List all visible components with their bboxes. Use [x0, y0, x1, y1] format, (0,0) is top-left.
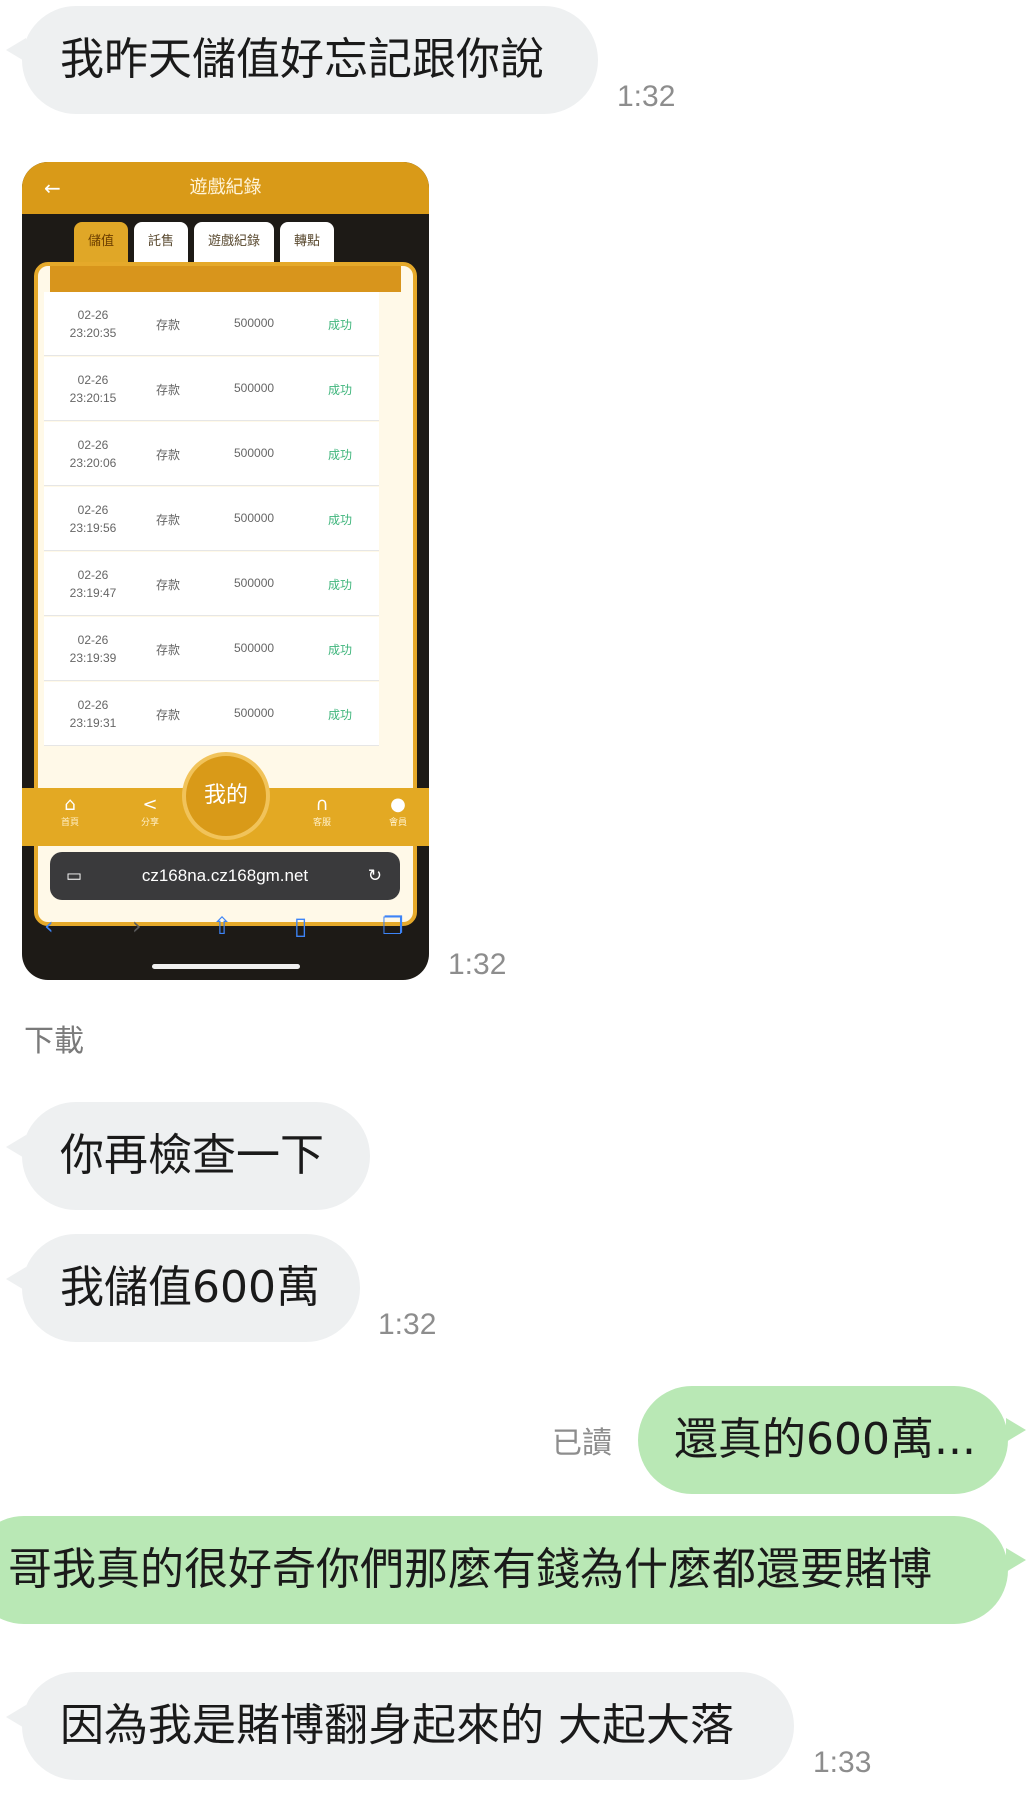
record-status: 成功	[328, 643, 353, 657]
record-amount: 500000	[234, 381, 275, 395]
record-type: 存款	[156, 318, 181, 332]
record-amount: 500000	[234, 316, 275, 330]
message-timestamp: 1:32	[617, 80, 676, 113]
back-icon: ‹	[44, 912, 54, 940]
bubble-tail	[1006, 1418, 1026, 1442]
nav-label: 分享	[140, 818, 159, 828]
record-date: 02-26	[77, 633, 109, 647]
record-date: 02-26	[77, 373, 109, 387]
record-amount: 500000	[234, 446, 275, 460]
image-header: ← 遊戲紀錄	[22, 162, 429, 214]
image-record-row: 02-26 23:19:56 存款 500000 成功	[44, 487, 379, 551]
record-status: 成功	[328, 578, 353, 592]
home-icon: ⌂	[64, 794, 76, 815]
home-indicator	[152, 964, 300, 969]
record-amount: 500000	[234, 511, 275, 525]
read-receipt: 已讀	[552, 1426, 612, 1461]
record-time: 23:19:31	[69, 716, 117, 730]
record-date: 02-26	[77, 503, 109, 517]
image-record-row: 02-26 23:19:47 存款 500000 成功	[44, 552, 379, 616]
record-amount: 500000	[234, 576, 275, 590]
reload-icon: ↻	[367, 866, 382, 885]
nav-label: 首頁	[60, 818, 79, 828]
image-record-row: 02-26 23:20:06 存款 500000 成功	[44, 422, 379, 486]
message-bubble-incoming[interactable]: 你再檢查一下	[22, 1102, 370, 1210]
bubble-tail	[1006, 1548, 1026, 1572]
record-type: 存款	[156, 578, 181, 592]
image-tab: 託售	[134, 222, 189, 262]
record-type: 存款	[156, 448, 181, 462]
record-status: 成功	[328, 708, 353, 722]
message-text: 因為我是賭博翻身起來的 大起大落	[60, 1700, 734, 1751]
message-bubble-incoming[interactable]: 因為我是賭博翻身起來的 大起大落	[22, 1672, 794, 1780]
message-bubble-outgoing[interactable]: 還真的600萬...	[638, 1386, 1008, 1494]
record-date: 02-26	[77, 568, 109, 582]
image-nav-share: < 分享	[130, 794, 170, 828]
image-tabs: 儲值 託售 遊戲紀錄 轉點	[74, 222, 335, 262]
message-bubble-incoming[interactable]: 我儲值600萬	[22, 1234, 360, 1342]
share-upload-icon: ⇧	[212, 912, 233, 940]
tabs-overview-icon: ❐	[382, 912, 404, 940]
record-time: 23:19:47	[69, 586, 117, 600]
record-date: 02-26	[77, 308, 109, 322]
image-record-row: 02-26 23:19:31 存款 500000 成功	[44, 682, 379, 746]
headset-icon: ∩	[315, 794, 329, 815]
message-text: 你再檢查一下	[60, 1130, 324, 1181]
bookmarks-icon: ▯	[294, 912, 308, 940]
message-text: 哥我真的很好奇你們那麼有錢為什麼都還要賭博	[8, 1544, 932, 1595]
record-amount: 500000	[234, 706, 275, 720]
record-amount: 500000	[234, 641, 275, 655]
image-tab: 遊戲紀錄	[194, 222, 275, 262]
shared-image[interactable]: ← 遊戲紀錄 儲值 託售 遊戲紀錄 轉點 02-26 23:20:35 存款 50…	[22, 162, 429, 980]
record-status: 成功	[328, 383, 353, 397]
image-center-button: 我的	[182, 752, 270, 840]
message-text: 我昨天儲值好忘記跟你說	[60, 34, 544, 85]
message-timestamp: 1:32	[448, 948, 507, 981]
image-nav-user: ● 會員	[378, 794, 418, 828]
record-status: 成功	[328, 513, 353, 527]
image-url-bar: ▭ cz168na.cz168gm.net ↻	[50, 852, 400, 900]
record-type: 存款	[156, 708, 181, 722]
image-nav-service: ∩ 客服	[302, 794, 342, 828]
forward-icon: ›	[132, 912, 142, 940]
image-tab: 轉點	[280, 222, 335, 262]
image-record-row: 02-26 23:19:39 存款 500000 成功	[44, 617, 379, 681]
nav-label: 會員	[388, 818, 407, 828]
tabs-icon: ▭	[66, 866, 83, 885]
record-status: 成功	[328, 448, 353, 462]
record-type: 存款	[156, 643, 181, 657]
message-bubble-outgoing[interactable]: 哥我真的很好奇你們那麼有錢為什麼都還要賭博	[0, 1516, 1008, 1624]
message-timestamp: 1:33	[813, 1746, 872, 1779]
image-browser-toolbar: ‹ › ⇧ ▯ ❐	[22, 906, 429, 952]
record-time: 23:20:15	[69, 391, 117, 405]
image-tab: 儲值	[74, 222, 129, 262]
back-arrow-icon: ←	[44, 176, 61, 200]
download-link[interactable]: 下載	[24, 1016, 84, 1060]
record-type: 存款	[156, 383, 181, 397]
share-icon: <	[142, 794, 158, 815]
record-status: 成功	[328, 318, 353, 332]
record-date: 02-26	[77, 698, 109, 712]
record-time: 23:20:06	[69, 456, 117, 470]
image-header-title: 遊戲紀錄	[189, 177, 262, 198]
message-text: 還真的600萬...	[674, 1414, 976, 1465]
image-panel-header	[50, 266, 401, 292]
record-date: 02-26	[77, 438, 109, 452]
image-url-text: cz168na.cz168gm.net	[141, 866, 309, 885]
user-icon: ●	[390, 794, 406, 815]
record-time: 23:19:39	[69, 651, 117, 665]
record-time: 23:19:56	[69, 521, 117, 535]
image-nav-home: ⌂ 首頁	[50, 794, 90, 828]
image-record-row: 02-26 23:20:15 存款 500000 成功	[44, 357, 379, 421]
nav-label: 客服	[312, 818, 331, 828]
message-text: 我儲值600萬	[60, 1262, 320, 1313]
image-record-row: 02-26 23:20:35 存款 500000 成功	[44, 292, 379, 356]
record-time: 23:20:35	[69, 326, 117, 340]
record-type: 存款	[156, 513, 181, 527]
message-timestamp: 1:32	[378, 1308, 437, 1341]
message-bubble-incoming[interactable]: 我昨天儲值好忘記跟你說	[22, 6, 598, 114]
